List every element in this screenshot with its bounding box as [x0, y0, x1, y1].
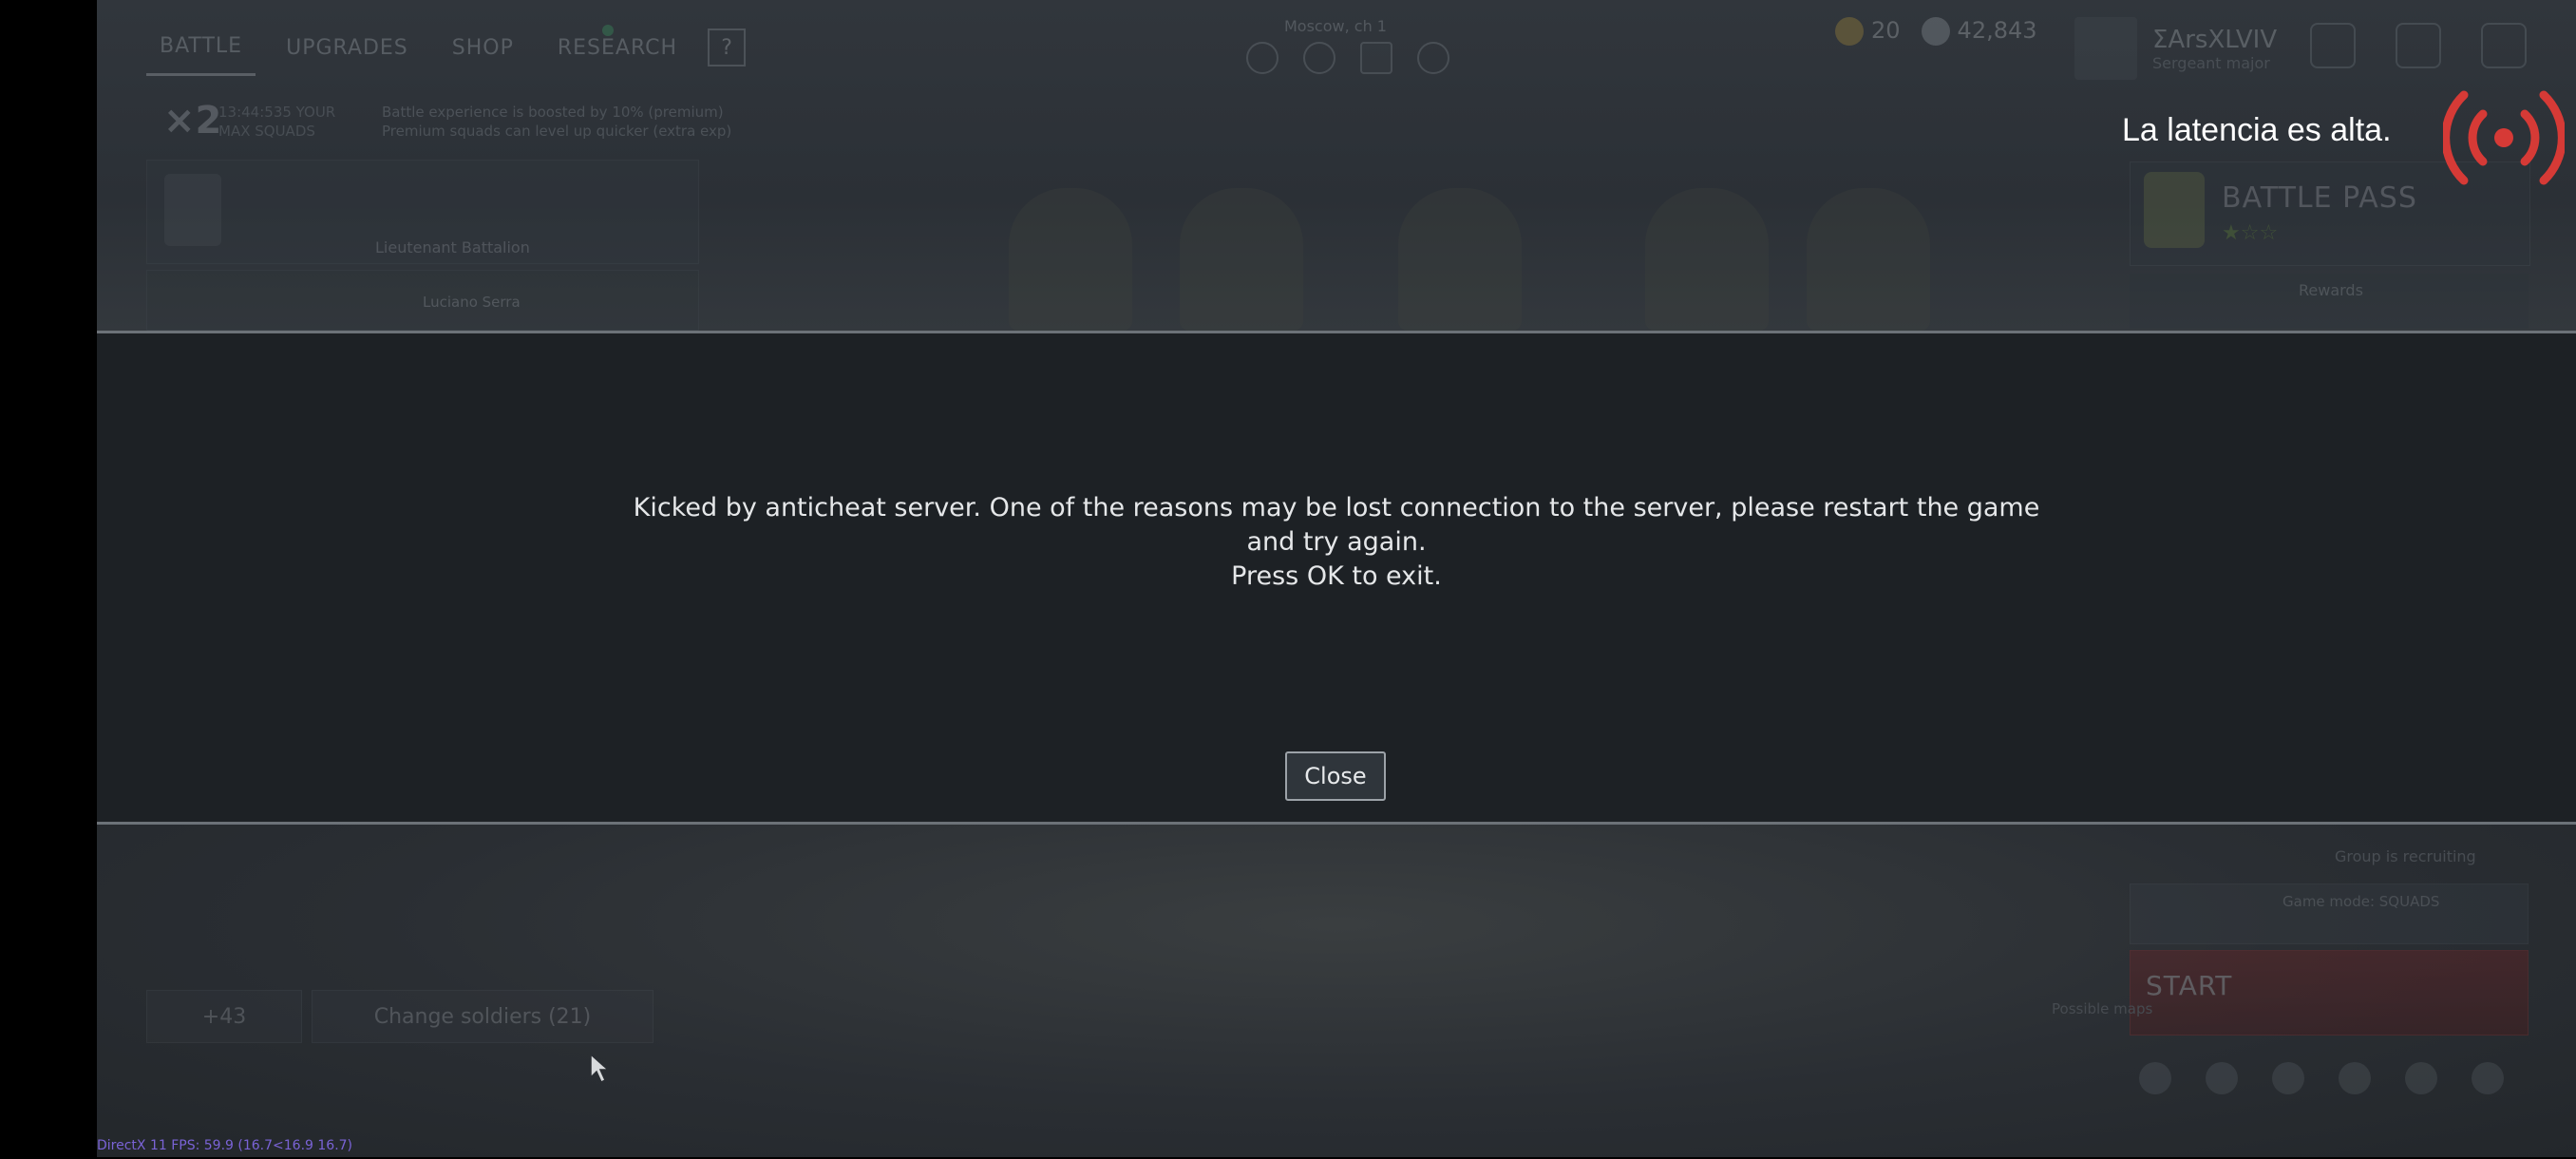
gold-amount: 20	[1871, 17, 1901, 44]
bonus-line-1: Battle experience is boosted by 10% (pre…	[382, 104, 724, 121]
anticheat-dialog: Kicked by anticheat server. One of the r…	[97, 331, 2576, 825]
change-soldiers-button[interactable]: Change soldiers (21)	[312, 990, 653, 1043]
possible-maps[interactable]: Possible maps	[2052, 999, 2152, 1018]
main-nav: BATTLE UPGRADES SHOP RESEARCH ?	[146, 28, 747, 76]
change-soldiers-label: Change soldiers (21)	[373, 1004, 592, 1029]
tab-battle[interactable]: BATTLE	[146, 34, 256, 76]
silver-icon	[1921, 17, 1950, 46]
player-rank: Sergeant major	[2152, 53, 2270, 72]
battle-pass-stars: ★☆☆	[2222, 221, 2279, 245]
player-profile[interactable]: ΣArsXLVIV Sergeant major	[2074, 17, 2277, 80]
helmet-icon[interactable]	[2310, 23, 2356, 68]
soldiers-preview	[895, 169, 2092, 331]
start-button[interactable]: START	[2130, 950, 2529, 1036]
rewards-panel[interactable]: Rewards	[2130, 274, 2529, 329]
close-button[interactable]: Close	[1285, 751, 1386, 801]
game-viewport: BATTLE UPGRADES SHOP RESEARCH ? Moscow, …	[97, 0, 2576, 1157]
notification-dot	[602, 25, 614, 36]
soldier-figure	[1807, 188, 1930, 331]
flag-icon[interactable]	[2405, 1062, 2437, 1094]
dialog-exit-message: Press OK to exit.	[1231, 561, 1442, 591]
tab-shop[interactable]: SHOP	[439, 36, 527, 75]
game-mode-label: Game mode: SQUADS	[2282, 893, 2440, 910]
gold-icon	[1835, 17, 1864, 46]
soldier-slot-icon[interactable]	[2206, 1062, 2238, 1094]
mode-selector	[1246, 42, 1449, 74]
battle-pass-badge-icon	[2144, 172, 2205, 248]
menu-icon[interactable]	[2481, 23, 2527, 68]
fps-counter: DirectX 11 FPS: 59.9 (16.7<16.9 16.7)	[97, 1138, 353, 1153]
dialog-message: Kicked by anticheat server. One of the r…	[633, 493, 2040, 557]
map-icon[interactable]	[2472, 1062, 2504, 1094]
soldier-figure	[1645, 188, 1769, 331]
multiplier-info: 13:44:535 YOUR MAX SQUADS	[218, 103, 335, 141]
settings-icon[interactable]	[2396, 23, 2441, 68]
rewards-label: Rewards	[2299, 281, 2363, 299]
game-mode-card[interactable]: Game mode: SQUADS	[2130, 884, 2529, 944]
help-button[interactable]: ?	[708, 28, 747, 66]
member-name: Luciano Serra	[423, 294, 521, 311]
player-name: ΣArsXLVIV	[2152, 25, 2278, 54]
broadcast-signal-icon	[2443, 90, 2565, 185]
soldier-figure	[1398, 188, 1522, 331]
start-panel: Game mode: SQUADS START	[2130, 884, 2529, 1041]
battle-pass-title: BATTLE PASS	[2222, 181, 2417, 215]
mode-icon-1[interactable]	[1246, 42, 1279, 74]
mode-icon-2[interactable]	[1303, 42, 1335, 74]
bonus-line-2: Premium squads can level up quicker (ext…	[382, 123, 732, 140]
multiplier-line-1: 13:44:535 YOUR	[218, 104, 336, 121]
campaign-title: Moscow, ch 1	[1284, 17, 1387, 35]
squad-panel[interactable]: Lieutenant Battalion	[146, 160, 699, 264]
exp-multiplier: ×2	[163, 99, 222, 142]
latency-warning: La latencia es alta.	[2122, 112, 2392, 148]
avatar[interactable]	[2074, 17, 2137, 80]
squad-count-button[interactable]: +43	[146, 990, 302, 1043]
group-recruiting[interactable]: Group is recruiting	[2335, 847, 2476, 865]
tab-upgrades[interactable]: UPGRADES	[273, 36, 422, 75]
tab-research[interactable]: RESEARCH	[544, 36, 691, 75]
mode-icon-4[interactable]	[1417, 42, 1449, 74]
soldier-figure	[1009, 188, 1132, 331]
squad-member-panel[interactable]: Luciano Serra	[146, 270, 699, 331]
currency-bar: 20 42,843	[1835, 17, 2037, 46]
squad-emblem-icon	[164, 174, 221, 246]
soldier-slot-icon[interactable]	[2139, 1062, 2171, 1094]
start-label: START	[2146, 970, 2233, 1001]
soldier-slot-icon[interactable]	[2339, 1062, 2371, 1094]
squad-count-label: +43	[201, 1004, 247, 1029]
squad-name: Lieutenant Battalion	[375, 238, 530, 256]
bonus-info: Battle experience is boosted by 10% (pre…	[382, 103, 731, 141]
mode-icon-3[interactable]	[1360, 42, 1392, 74]
soldier-figure	[1180, 188, 1303, 331]
multiplier-line-2: MAX SQUADS	[218, 123, 315, 140]
mouse-cursor-icon	[590, 1053, 610, 1084]
silver-amount: 42,843	[1957, 17, 2037, 44]
bottom-action-icons	[2139, 1062, 2504, 1094]
soldier-slot-icon[interactable]	[2272, 1062, 2304, 1094]
